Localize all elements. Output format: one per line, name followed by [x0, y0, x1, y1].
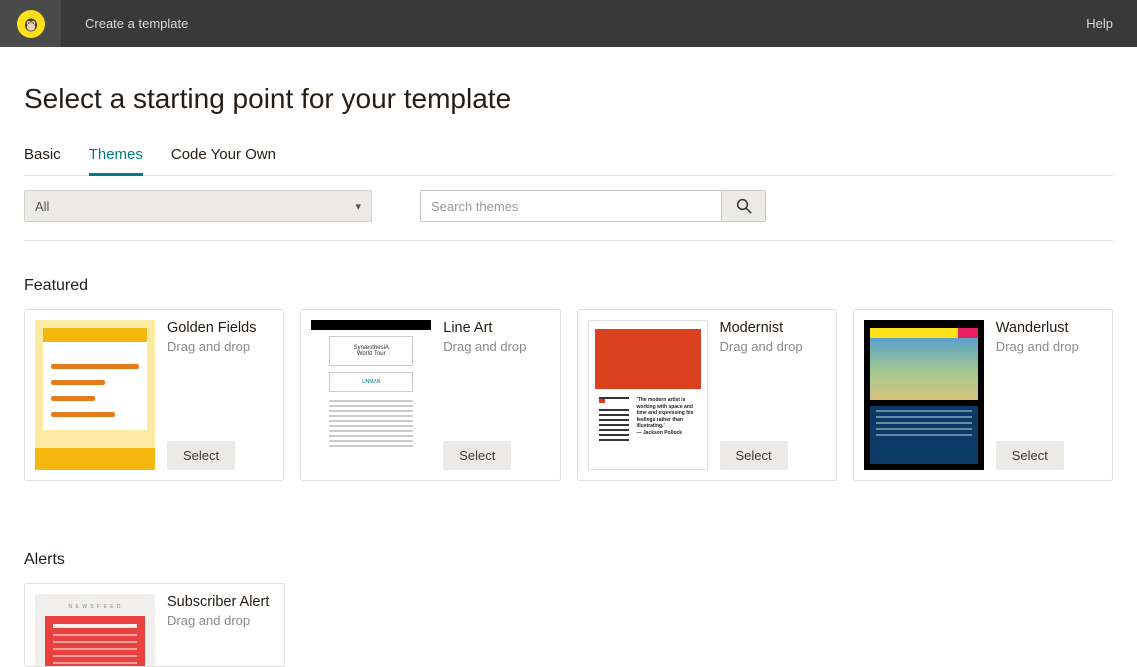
template-thumbnail[interactable]	[35, 320, 155, 470]
select-button[interactable]: Select	[443, 441, 511, 470]
card-row-featured: Golden Fields Drag and drop Select Synæs…	[24, 309, 1113, 481]
template-thumbnail[interactable]	[864, 320, 984, 470]
template-title: Wanderlust	[996, 320, 1102, 336]
logo[interactable]	[0, 0, 61, 47]
template-card: N E W S F E E D Subscriber Alert Drag an…	[24, 583, 285, 667]
help-link[interactable]: Help	[1086, 16, 1113, 31]
template-subtitle: Drag and drop	[996, 339, 1102, 354]
select-button[interactable]: Select	[167, 441, 235, 470]
dropdown-value: All	[35, 199, 49, 214]
section-title-featured: Featured	[24, 277, 1113, 295]
template-info: Modernist Drag and drop Select	[720, 320, 826, 470]
section-title-alerts: Alerts	[24, 551, 1113, 569]
filter-row: All ▾	[24, 176, 1113, 241]
page-title: Select a starting point for your templat…	[24, 47, 1113, 145]
template-subtitle: Drag and drop	[443, 339, 549, 354]
monkey-icon	[21, 14, 41, 34]
template-card: Golden Fields Drag and drop Select	[24, 309, 284, 481]
template-subtitle: Drag and drop	[720, 339, 826, 354]
template-card: 'The modern artist is working with space…	[577, 309, 837, 481]
search-wrap	[420, 190, 766, 222]
tabs: Basic Themes Code Your Own	[24, 145, 1113, 176]
template-subtitle: Drag and drop	[167, 613, 274, 628]
select-button[interactable]: Select	[720, 441, 788, 470]
mailchimp-logo-icon	[17, 10, 45, 38]
template-title: Subscriber Alert	[167, 594, 274, 610]
template-title: Line Art	[443, 320, 549, 336]
topbar-title: Create a template	[85, 16, 188, 31]
chevron-down-icon: ▾	[355, 200, 361, 213]
template-info: Subscriber Alert Drag and drop	[167, 594, 274, 656]
template-card: SynæsthesiAWorld Tour UNMΛN Line Art Dra…	[300, 309, 560, 481]
card-row-alerts: N E W S F E E D Subscriber Alert Drag an…	[24, 583, 1113, 667]
search-icon	[735, 197, 753, 215]
tab-basic[interactable]: Basic	[24, 146, 61, 176]
template-card: Wanderlust Drag and drop Select	[853, 309, 1113, 481]
category-dropdown[interactable]: All ▾	[24, 190, 372, 222]
template-info: Line Art Drag and drop Select	[443, 320, 549, 470]
template-info: Golden Fields Drag and drop Select	[167, 320, 273, 470]
template-title: Modernist	[720, 320, 826, 336]
tab-code-your-own[interactable]: Code Your Own	[171, 146, 276, 176]
topbar: Create a template Help	[0, 0, 1137, 47]
topbar-left: Create a template	[0, 0, 188, 47]
template-thumbnail[interactable]: 'The modern artist is working with space…	[588, 320, 708, 470]
page-body: Select a starting point for your templat…	[0, 47, 1137, 667]
template-thumbnail[interactable]: N E W S F E E D	[35, 594, 155, 667]
search-button[interactable]	[721, 191, 765, 221]
template-title: Golden Fields	[167, 320, 273, 336]
tab-themes[interactable]: Themes	[89, 146, 143, 176]
template-thumbnail[interactable]: SynæsthesiAWorld Tour UNMΛN	[311, 320, 431, 470]
select-button[interactable]: Select	[996, 441, 1064, 470]
template-subtitle: Drag and drop	[167, 339, 273, 354]
template-info: Wanderlust Drag and drop Select	[996, 320, 1102, 470]
search-input[interactable]	[421, 191, 721, 221]
